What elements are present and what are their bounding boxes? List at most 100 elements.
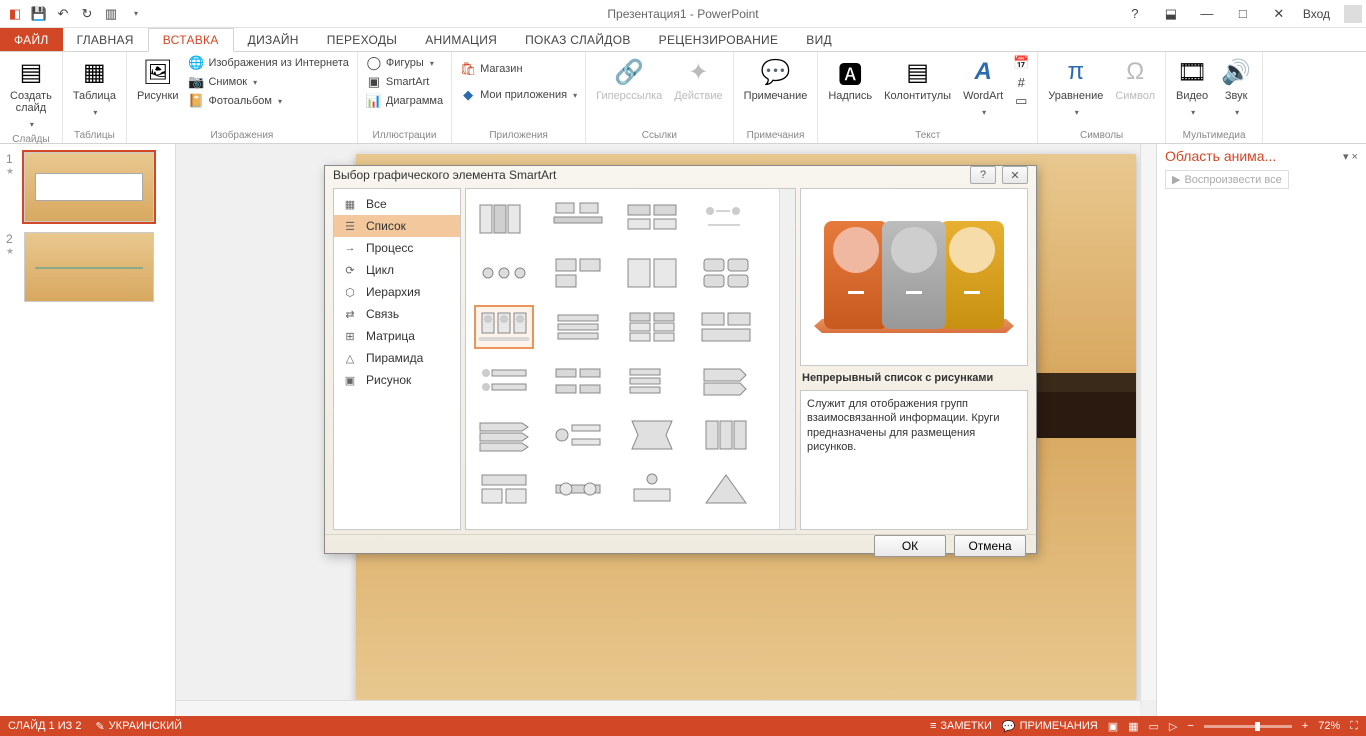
zoom-level[interactable]: 72%	[1318, 720, 1340, 732]
tab-file[interactable]: ФАЙЛ	[0, 28, 63, 51]
language-button[interactable]: ✎УКРАИНСКИЙ	[95, 720, 182, 733]
vertical-scrollbar[interactable]	[1140, 144, 1156, 700]
date-time-button[interactable]: 📅	[1011, 54, 1031, 72]
cat-cycle[interactable]: ⟳Цикл	[334, 259, 460, 281]
smartart-button[interactable]: ▣SmartArt	[364, 73, 445, 91]
smartart-item[interactable]	[622, 359, 682, 403]
object-button[interactable]: ▭	[1011, 92, 1031, 110]
tab-review[interactable]: РЕЦЕНЗИРОВАНИЕ	[645, 28, 793, 51]
cat-all[interactable]: ▦Все	[334, 193, 460, 215]
my-apps-button[interactable]: ◆Мои приложения	[458, 86, 579, 104]
smartart-item[interactable]	[696, 197, 756, 241]
help-icon[interactable]: ?	[1123, 4, 1147, 24]
comments-button[interactable]: 💬ПРИМЕЧАНИЯ	[1002, 720, 1098, 733]
maximize-icon[interactable]: □	[1231, 4, 1255, 24]
dialog-close-icon[interactable]: ✕	[1002, 166, 1028, 184]
dialog-help-icon[interactable]: ?	[970, 166, 996, 184]
chart-button[interactable]: 📊Диаграмма	[364, 92, 445, 110]
notes-button[interactable]: ≡ЗАМЕТКИ	[930, 720, 992, 732]
smartart-item[interactable]	[696, 359, 756, 403]
cat-matrix[interactable]: ⊞Матрица	[334, 325, 460, 347]
minimize-icon[interactable]: —	[1195, 4, 1219, 24]
smartart-item[interactable]	[696, 467, 756, 511]
smartart-item[interactable]	[474, 251, 534, 295]
play-all-button[interactable]: ▶Воспроизвести все	[1165, 170, 1289, 189]
horizontal-scrollbar[interactable]	[176, 700, 1140, 716]
tab-home[interactable]: ГЛАВНАЯ	[63, 28, 148, 51]
cancel-button[interactable]: Отмена	[954, 535, 1026, 557]
wordart-button[interactable]: AWordArt	[959, 54, 1007, 122]
smartart-item[interactable]	[696, 413, 756, 457]
slide-thumb-1[interactable]: 1★	[6, 152, 169, 222]
smartart-item[interactable]	[474, 467, 534, 511]
start-from-beginning-icon[interactable]: ▥	[100, 3, 122, 25]
cat-pyramid[interactable]: △Пирамида	[334, 347, 460, 369]
audio-button[interactable]: 🔊Звук	[1216, 54, 1256, 122]
video-button[interactable]: 🎞Видео	[1172, 54, 1212, 122]
avatar[interactable]	[1344, 5, 1362, 23]
smartart-item[interactable]	[474, 197, 534, 241]
smartart-item[interactable]	[474, 413, 534, 457]
qat-customize-icon[interactable]	[124, 3, 146, 25]
slide-counter[interactable]: СЛАЙД 1 ИЗ 2	[8, 720, 81, 732]
zoom-slider[interactable]	[1204, 725, 1292, 728]
slide-thumb-2[interactable]: 2★	[6, 232, 169, 302]
equation-button[interactable]: πУравнение	[1044, 54, 1107, 122]
ok-button[interactable]: ОК	[874, 535, 946, 557]
smartart-item[interactable]	[696, 305, 756, 349]
smartart-item[interactable]	[548, 467, 608, 511]
hyperlink-button[interactable]: 🔗Гиперссылка	[592, 54, 666, 104]
smartart-item[interactable]	[622, 305, 682, 349]
save-icon[interactable]: 💾	[28, 3, 50, 25]
new-slide-button[interactable]: ▤Создать слайд	[6, 54, 56, 134]
slide-number-button[interactable]: #	[1011, 73, 1031, 91]
redo-icon[interactable]: ↻	[76, 3, 98, 25]
action-button[interactable]: ✦Действие	[670, 54, 726, 104]
reading-view-icon[interactable]: ▭	[1149, 720, 1159, 733]
tab-transitions[interactable]: ПЕРЕХОДЫ	[313, 28, 411, 51]
store-button[interactable]: 🛍Магазин	[458, 60, 579, 78]
smartart-item-selected[interactable]	[474, 305, 534, 349]
smartart-item[interactable]	[548, 359, 608, 403]
normal-view-icon[interactable]: ▣	[1108, 720, 1118, 733]
pictures-button[interactable]: 🖼Рисунки	[133, 54, 183, 104]
smartart-item[interactable]	[474, 359, 534, 403]
header-footer-button[interactable]: ▤Колонтитулы	[880, 54, 955, 104]
smartart-item[interactable]	[548, 197, 608, 241]
tab-insert[interactable]: ВСТАВКА	[148, 28, 234, 52]
smartart-item[interactable]	[622, 467, 682, 511]
shapes-button[interactable]: ◯Фигуры	[364, 54, 445, 72]
cat-process[interactable]: →Процесс	[334, 237, 460, 259]
tab-slideshow[interactable]: ПОКАЗ СЛАЙДОВ	[511, 28, 645, 51]
tab-animations[interactable]: АНИМАЦИЯ	[411, 28, 511, 51]
cat-relationship[interactable]: ⇄Связь	[334, 303, 460, 325]
smartart-item[interactable]	[548, 305, 608, 349]
pane-close-icon[interactable]: ▾ ×	[1343, 150, 1358, 163]
textbox-button[interactable]: 🅰Надпись	[824, 54, 876, 104]
table-button[interactable]: ▦Таблица	[69, 54, 120, 122]
zoom-in-icon[interactable]: +	[1302, 720, 1308, 732]
grid-scrollbar[interactable]	[779, 189, 795, 529]
screenshot-button[interactable]: 📷Снимок	[186, 73, 350, 91]
sign-in-label[interactable]: Вход	[1303, 7, 1330, 21]
symbol-button[interactable]: ΩСимвол	[1111, 54, 1159, 104]
smartart-item[interactable]	[622, 413, 682, 457]
tab-view[interactable]: ВИД	[792, 28, 846, 51]
smartart-item[interactable]	[622, 251, 682, 295]
fit-to-window-icon[interactable]: ⛶	[1350, 720, 1358, 733]
ribbon-display-icon[interactable]: ⬓	[1159, 4, 1183, 24]
smartart-item[interactable]	[548, 413, 608, 457]
cat-list[interactable]: ☰Список	[334, 215, 460, 237]
close-icon[interactable]: ✕	[1267, 4, 1291, 24]
online-pictures-button[interactable]: 🌐Изображения из Интернета	[186, 54, 350, 72]
smartart-item[interactable]	[622, 197, 682, 241]
photo-album-button[interactable]: 📔Фотоальбом	[186, 92, 350, 110]
cat-picture[interactable]: ▣Рисунок	[334, 369, 460, 391]
slideshow-view-icon[interactable]: ▷	[1169, 720, 1177, 733]
tab-design[interactable]: ДИЗАЙН	[234, 28, 313, 51]
app-icon[interactable]: ◧	[4, 3, 26, 25]
undo-icon[interactable]: ↶	[52, 3, 74, 25]
smartart-item[interactable]	[696, 251, 756, 295]
comment-button[interactable]: 💬Примечание	[740, 54, 812, 104]
slide-sorter-icon[interactable]: ▦	[1128, 720, 1138, 733]
